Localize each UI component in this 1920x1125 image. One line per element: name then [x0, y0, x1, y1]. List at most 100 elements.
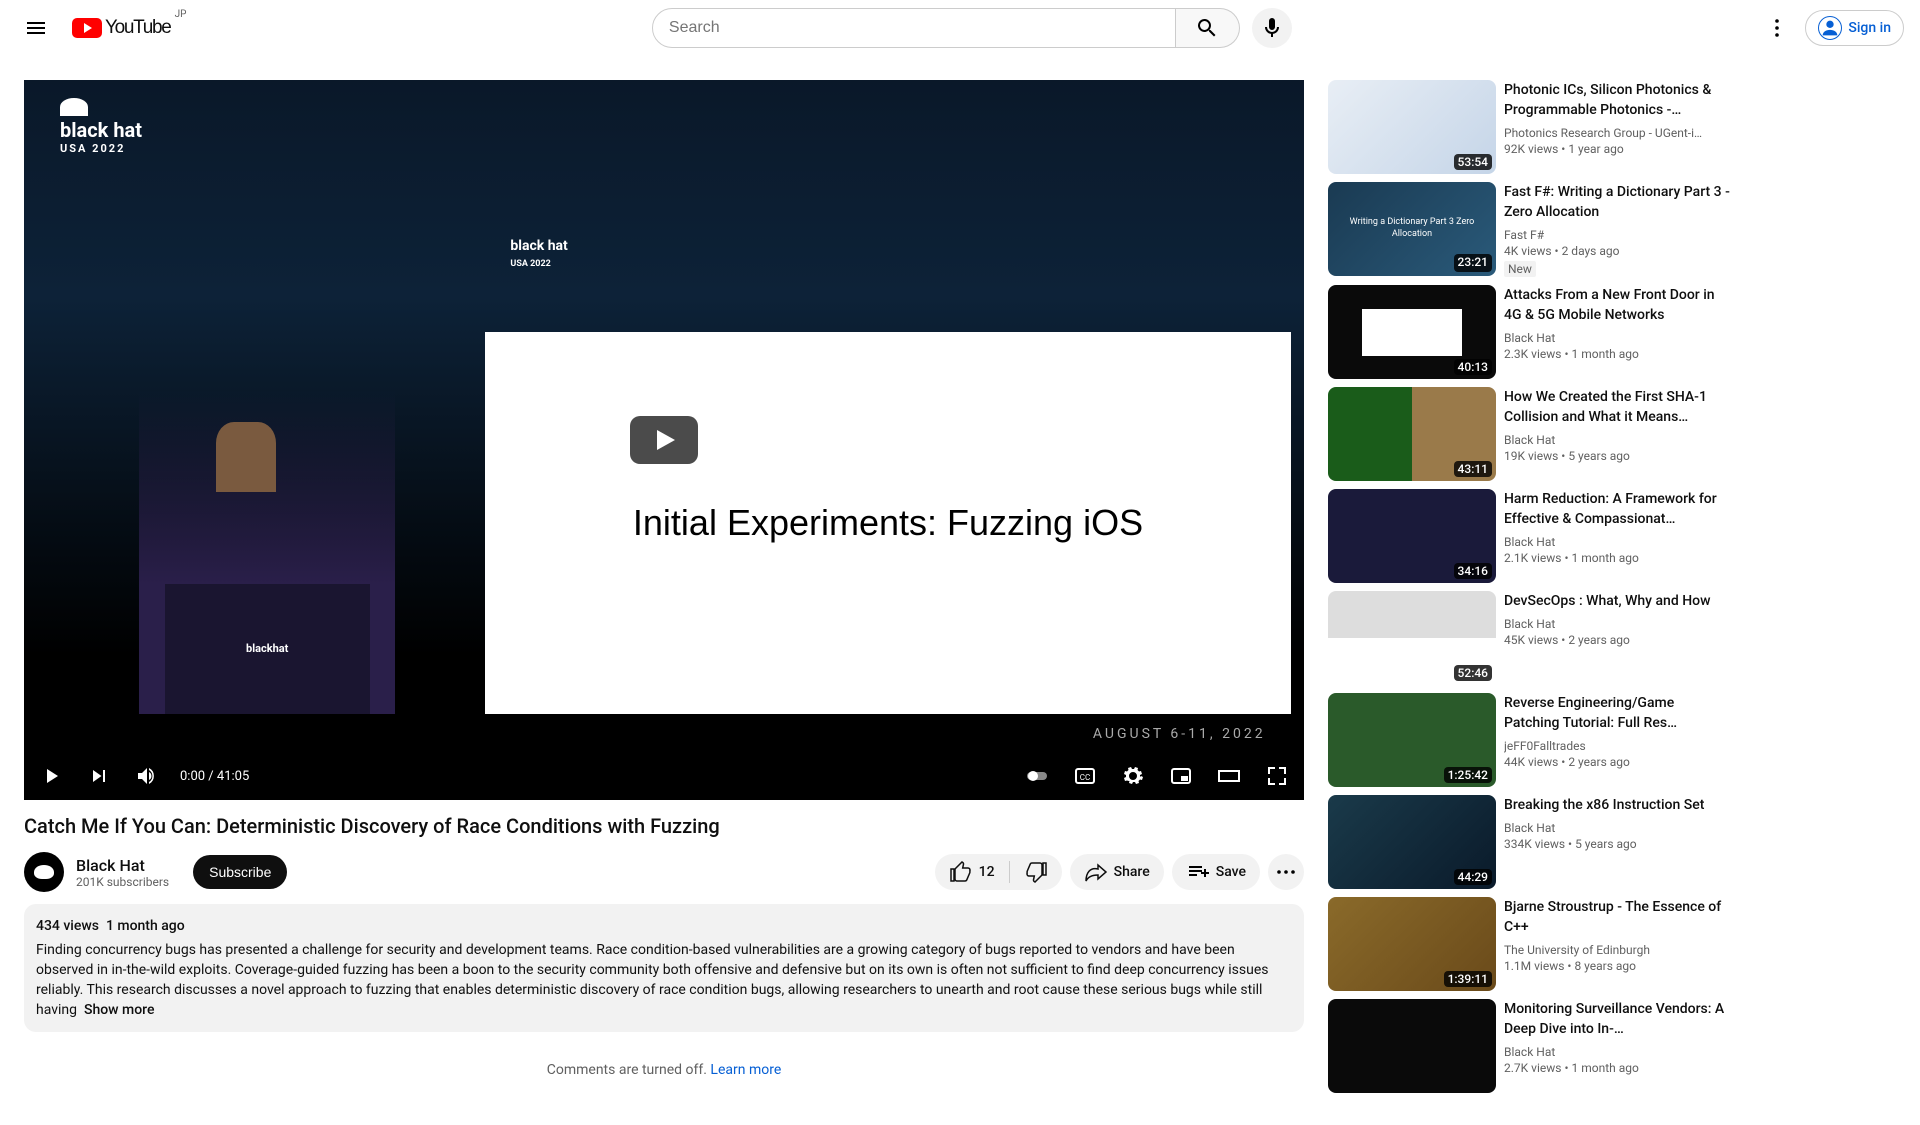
- play-button-overlay[interactable]: [630, 416, 698, 464]
- comments-section: Comments are turned off. Learn more: [24, 1062, 1304, 1078]
- rec-thumbnail: 40:13: [1328, 285, 1496, 379]
- settings-gear-button[interactable]: [1118, 761, 1148, 791]
- rec-title: Breaking the x86 Instruction Set: [1504, 795, 1730, 815]
- event-logo: black hat USA 2022: [60, 98, 142, 155]
- rec-channel: Fast F#: [1504, 226, 1730, 244]
- youtube-play-icon: [72, 18, 102, 38]
- rec-meta: 2.7K views1 month ago: [1504, 1061, 1730, 1075]
- video-title: Catch Me If You Can: Deterministic Disco…: [24, 812, 1304, 840]
- rec-meta: 92K views1 year ago: [1504, 142, 1730, 156]
- next-button[interactable]: [84, 761, 114, 791]
- youtube-logo[interactable]: YouTube JP: [72, 17, 186, 39]
- rec-thumbnail: 34:16: [1328, 489, 1496, 583]
- rec-channel: Black Hat: [1504, 329, 1730, 347]
- rec-channel: Black Hat: [1504, 431, 1730, 449]
- action-row: 12 Share Save: [935, 854, 1304, 890]
- subscribe-button[interactable]: Subscribe: [193, 855, 287, 889]
- rec-duration: 44:29: [1454, 869, 1492, 885]
- rec-thumbnail: 1:25:42: [1328, 693, 1496, 787]
- time-display: 0:00 / 41:05: [180, 769, 249, 784]
- channel-avatar[interactable]: [24, 852, 64, 892]
- rec-meta: 2.3K views1 month ago: [1504, 347, 1730, 361]
- rec-duration: 52:46: [1454, 665, 1492, 681]
- rec-duration: 23:21: [1454, 254, 1492, 272]
- like-button[interactable]: 12: [935, 854, 1009, 890]
- recommendation-item[interactable]: 53:54 Photonic ICs, Silicon Photonics & P…: [1328, 80, 1730, 174]
- recommendation-item[interactable]: 52:46DevSecOps : What, Why and HowBlack …: [1328, 591, 1730, 685]
- search-icon: [1195, 16, 1219, 40]
- new-badge: New: [1504, 261, 1536, 277]
- rec-duration: 43:11: [1454, 461, 1492, 477]
- recommendation-item[interactable]: Writing a Dictionary Part 3 Zero Allocat…: [1328, 182, 1730, 277]
- ellipsis-icon: [1274, 860, 1298, 884]
- rec-title: Fast F#: Writing a Dictionary Part 3 - Z…: [1504, 182, 1730, 222]
- header-right: Sign in: [1757, 8, 1904, 48]
- volume-button[interactable]: [132, 761, 162, 791]
- desc-meta: 434 views 1 month ago: [36, 916, 1292, 936]
- save-button[interactable]: Save: [1172, 854, 1260, 890]
- signin-label: Sign in: [1848, 20, 1891, 36]
- menu-button[interactable]: [16, 8, 56, 48]
- rec-meta: 2.1K views1 month ago: [1504, 551, 1730, 565]
- rec-channel: Black Hat: [1504, 1043, 1730, 1061]
- rec-title: Harm Reduction: A Framework for Effectiv…: [1504, 489, 1730, 529]
- rec-title: Photonic ICs, Silicon Photonics & Progra…: [1504, 80, 1730, 120]
- learn-more-link[interactable]: Learn more: [710, 1062, 781, 1078]
- subscriber-count: 201K subscribers: [76, 875, 169, 889]
- signin-button[interactable]: Sign in: [1805, 10, 1904, 46]
- rec-meta: 19K views5 years ago: [1504, 449, 1730, 463]
- rec-thumbnail: Writing a Dictionary Part 3 Zero Allocat…: [1328, 182, 1496, 276]
- play-button[interactable]: [36, 761, 66, 791]
- rec-thumbnail: 53:54: [1328, 80, 1496, 174]
- rec-title: Monitoring Surveillance Vendors: A Deep …: [1504, 999, 1730, 1039]
- rec-title: Reverse Engineering/Game Patching Tutori…: [1504, 693, 1730, 733]
- mic-icon: [1260, 16, 1284, 40]
- autoplay-toggle[interactable]: [1022, 761, 1052, 791]
- rec-channel: jeFF0Falltrades: [1504, 737, 1730, 755]
- miniplayer-button[interactable]: [1166, 761, 1196, 791]
- rec-channel: Black Hat: [1504, 533, 1730, 551]
- recommendations-sidebar: 53:54 Photonic ICs, Silicon Photonics & P…: [1328, 80, 1730, 1101]
- header: YouTube JP Sign in: [0, 0, 1920, 56]
- recommendation-item[interactable]: 34:16Harm Reduction: A Framework for Eff…: [1328, 489, 1730, 583]
- like-count: 12: [979, 864, 995, 880]
- recommendation-item[interactable]: 44:29 Breaking the x86 Instruction Set Bla…: [1328, 795, 1730, 889]
- country-code: JP: [175, 9, 187, 20]
- rec-title: Attacks From a New Front Door in 4G & 5G…: [1504, 285, 1730, 325]
- settings-button[interactable]: [1757, 8, 1797, 48]
- search-button[interactable]: [1176, 8, 1240, 48]
- like-dislike-pill: 12: [935, 854, 1062, 890]
- recommendation-item[interactable]: 40:13Attacks From a New Front Door in 4G…: [1328, 285, 1730, 379]
- channel-info: Black Hat 201K subscribers Subscribe: [24, 852, 287, 892]
- video-player[interactable]: black hat USA 2022 black hat USA 2022 bl…: [24, 80, 1304, 800]
- search-input[interactable]: [652, 8, 1176, 48]
- rec-channel: Black Hat: [1504, 615, 1730, 633]
- recommendation-item[interactable]: 1:39:11Bjarne Stroustrup - The Essence o…: [1328, 897, 1730, 991]
- rec-thumbnail: 43:11: [1328, 387, 1496, 481]
- rec-duration: 53:54: [1454, 154, 1492, 170]
- content: black hat USA 2022 black hat USA 2022 bl…: [0, 56, 1920, 1125]
- recommendation-item[interactable]: Monitoring Surveillance Vendors: A Deep …: [1328, 999, 1730, 1093]
- more-actions-button[interactable]: [1268, 854, 1304, 890]
- rec-channel: The University of Edinburgh: [1504, 941, 1730, 959]
- thumbs-up-icon: [949, 860, 973, 884]
- rec-meta: 44K views2 years ago: [1504, 755, 1730, 769]
- recommendation-item[interactable]: 1:25:42Reverse Engineering/Game Patching…: [1328, 693, 1730, 787]
- rec-channel: Black Hat: [1504, 819, 1730, 837]
- event-date: AUGUST 6-11, 2022: [1093, 726, 1266, 742]
- dislike-button[interactable]: [1010, 854, 1062, 890]
- channel-name[interactable]: Black Hat: [76, 856, 169, 875]
- description-box[interactable]: 434 views 1 month ago Finding concurrenc…: [24, 904, 1304, 1032]
- rec-meta: 45K views2 years ago: [1504, 633, 1730, 647]
- rec-title: How We Created the First SHA-1 Collision…: [1504, 387, 1730, 427]
- recommendation-item[interactable]: 43:11 How We Created the First SHA-1 Coll…: [1328, 387, 1730, 481]
- kebab-icon: [1765, 16, 1789, 40]
- fullscreen-button[interactable]: [1262, 761, 1292, 791]
- show-more-button[interactable]: Show more: [84, 1002, 155, 1018]
- voice-search-button[interactable]: [1252, 8, 1292, 48]
- share-button[interactable]: Share: [1070, 854, 1164, 890]
- rec-duration: 1:39:11: [1444, 971, 1492, 987]
- captions-button[interactable]: CC: [1070, 761, 1100, 791]
- rec-thumbnail: 1:39:11: [1328, 897, 1496, 991]
- theater-button[interactable]: [1214, 761, 1244, 791]
